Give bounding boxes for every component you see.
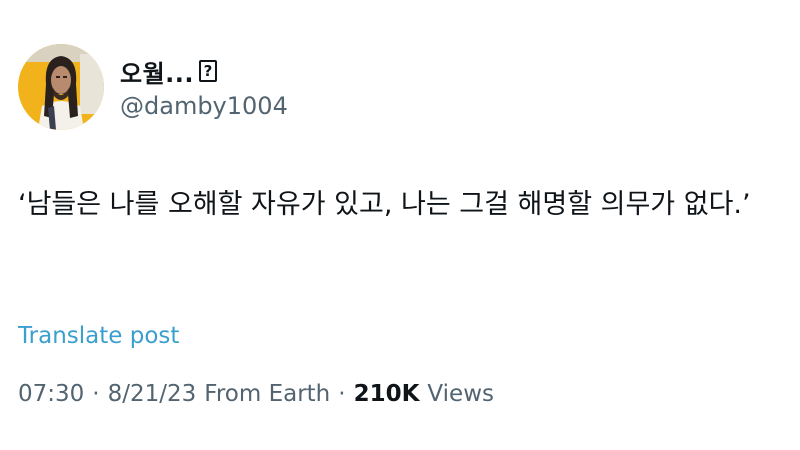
post-header: 오월... ? @damby1004 — [18, 44, 288, 130]
post-time[interactable]: 07:30 — [18, 381, 84, 407]
views-count: 210K — [353, 381, 420, 407]
post-source: From Earth — [204, 381, 331, 407]
author-names: 오월... ? @damby1004 — [120, 44, 288, 130]
translate-post-link[interactable]: Translate post — [18, 323, 179, 349]
avatar-image — [18, 44, 104, 130]
post-meta: 07:30 · 8/21/23 From Earth · 210K Views — [18, 381, 494, 407]
display-name-row: 오월... ? — [120, 54, 288, 88]
post-date[interactable]: 8/21/23 — [108, 381, 197, 407]
unknown-glyph-icon: ? — [199, 60, 218, 82]
meta-separator: · — [92, 381, 100, 407]
display-name[interactable]: 오월... — [120, 54, 194, 89]
avatar[interactable] — [18, 44, 104, 130]
meta-separator: · — [338, 381, 346, 407]
views-label: Views — [427, 381, 494, 407]
post-card: 오월... ? @damby1004 ‘남들은 나를 오해할 자유가 있고, 나… — [0, 0, 800, 450]
user-handle[interactable]: @damby1004 — [120, 92, 288, 120]
post-text: ‘남들은 나를 오해할 자유가 있고, 나는 그걸 해명할 의무가 없다.’ — [18, 189, 751, 220]
